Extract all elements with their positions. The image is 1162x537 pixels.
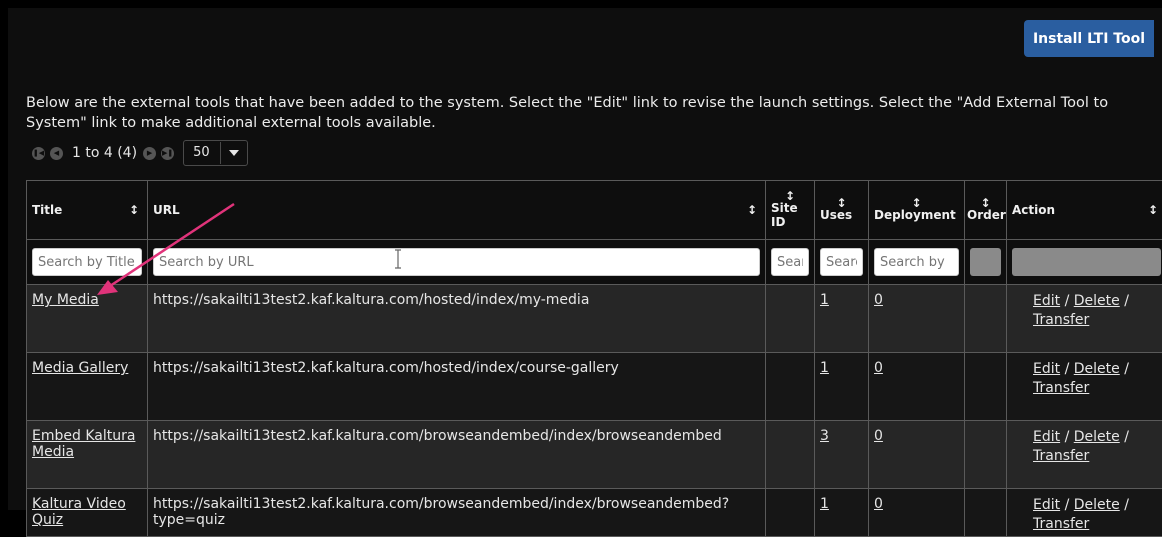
edit-link[interactable]: Edit [1033,293,1060,309]
tool-deployment-link[interactable]: 0 [874,292,883,308]
table-row: Embed Kaltura Media https://sakailti13te… [27,421,1162,489]
column-header-title[interactable]: Title ↕ [27,181,148,240]
site-id-search-input[interactable] [771,248,809,276]
column-title-label: Title [32,203,62,217]
tool-site-id [766,421,815,489]
page-size-value: 50 [184,142,221,164]
delete-link[interactable]: Delete [1074,293,1120,309]
action-filter-disabled [1012,248,1161,276]
tool-uses-link[interactable]: 1 [820,360,829,376]
edit-link[interactable]: Edit [1033,497,1060,513]
column-header-site-id[interactable]: ↕Site ID [766,181,815,240]
tool-order [965,353,1007,421]
column-header-url[interactable]: URL ↕ [148,181,766,240]
uses-search-input[interactable] [820,248,863,276]
install-lti-tool-button[interactable]: Install LTI Tool [1024,20,1154,57]
transfer-link[interactable]: Transfer [1033,312,1089,328]
delete-link[interactable]: Delete [1074,497,1120,513]
sort-icon[interactable]: ↕ [771,191,809,201]
transfer-link[interactable]: Transfer [1033,448,1089,464]
transfer-link[interactable]: Transfer [1033,516,1089,532]
tool-url: https://sakailti13test2.kaf.kaltura.com/… [148,421,766,489]
url-search-input[interactable] [153,248,760,276]
tool-title-link[interactable]: Media Gallery [32,360,128,376]
tool-actions: Edit / Delete /Transfer [1007,489,1162,537]
delete-link[interactable]: Delete [1074,361,1120,377]
tool-url: https://sakailti13test2.kaf.kaltura.com/… [148,285,766,353]
page-size-select[interactable]: 50 [183,140,248,166]
sort-icon[interactable]: ↕ [129,203,139,217]
tool-site-id [766,353,815,421]
sort-icon[interactable]: ↕ [1148,203,1158,217]
first-page-icon[interactable]: ❚◀ [32,147,45,160]
edit-link[interactable]: Edit [1033,361,1060,377]
last-page-icon[interactable]: ▶❚ [161,147,174,160]
column-site-id-label: Site ID [771,201,798,229]
external-tools-table: Title↕ URL↕ ↕Site ID ↕Uses ↕Deployment ↕… [26,180,1162,537]
column-order-label: Order [967,208,1006,222]
filter-row [27,240,1162,285]
tool-title-link[interactable]: Embed Kaltura Media [32,428,135,460]
table-row: My Media https://sakailti13test2.kaf.kal… [27,285,1162,353]
tool-order [965,285,1007,353]
tool-actions: Edit / Delete /Transfer [1007,421,1162,489]
sort-icon[interactable]: ↕ [874,198,959,208]
tool-uses-link[interactable]: 3 [820,428,829,444]
column-header-deployment[interactable]: ↕Deployment [869,181,965,240]
table-row: Kaltura Video Quiz https://sakailti13tes… [27,489,1162,537]
sort-icon[interactable]: ↕ [747,203,757,217]
intro-text: Below are the external tools that have b… [26,93,1136,133]
tool-order [965,489,1007,537]
edit-link[interactable]: Edit [1033,429,1060,445]
tool-url: https://sakailti13test2.kaf.kaltura.com/… [148,489,766,537]
tool-deployment-link[interactable]: 0 [874,428,883,444]
tool-url: https://sakailti13test2.kaf.kaltura.com/… [148,353,766,421]
deployment-search-input[interactable] [874,248,959,276]
column-url-label: URL [153,203,180,217]
dropdown-caret-icon [229,150,239,156]
column-header-action[interactable]: Action ↕ [1007,181,1162,240]
tool-order [965,421,1007,489]
sort-icon[interactable]: ↕ [820,198,863,208]
column-uses-label: Uses [820,208,852,222]
tool-title-link[interactable]: Kaltura Video Quiz [32,496,126,528]
transfer-link[interactable]: Transfer [1033,380,1089,396]
column-action-label: Action [1012,203,1055,217]
title-search-input[interactable] [32,248,142,276]
tool-title-link[interactable]: My Media [32,292,99,308]
next-page-icon[interactable]: ▶ [143,147,156,160]
column-header-uses[interactable]: ↕Uses [815,181,869,240]
table-row: Media Gallery https://sakailti13test2.ka… [27,353,1162,421]
tool-uses-link[interactable]: 1 [820,292,829,308]
tool-deployment-link[interactable]: 0 [874,360,883,376]
tool-site-id [766,489,815,537]
tool-actions: Edit / Delete /Transfer [1007,285,1162,353]
tool-actions: Edit / Delete /Transfer [1007,353,1162,421]
pager-range: 1 to 4 (4) [72,145,137,161]
pager: ❚◀ ◀ 1 to 4 (4) ▶ ▶❚ 50 [32,141,248,165]
sort-icon[interactable]: ↕ [967,198,1004,208]
prev-page-icon[interactable]: ◀ [50,147,63,160]
tool-site-id [766,285,815,353]
order-filter-disabled [970,248,1001,276]
column-header-order[interactable]: ↕Order [965,181,1007,240]
column-deployment-label: Deployment [874,208,956,222]
delete-link[interactable]: Delete [1074,429,1120,445]
